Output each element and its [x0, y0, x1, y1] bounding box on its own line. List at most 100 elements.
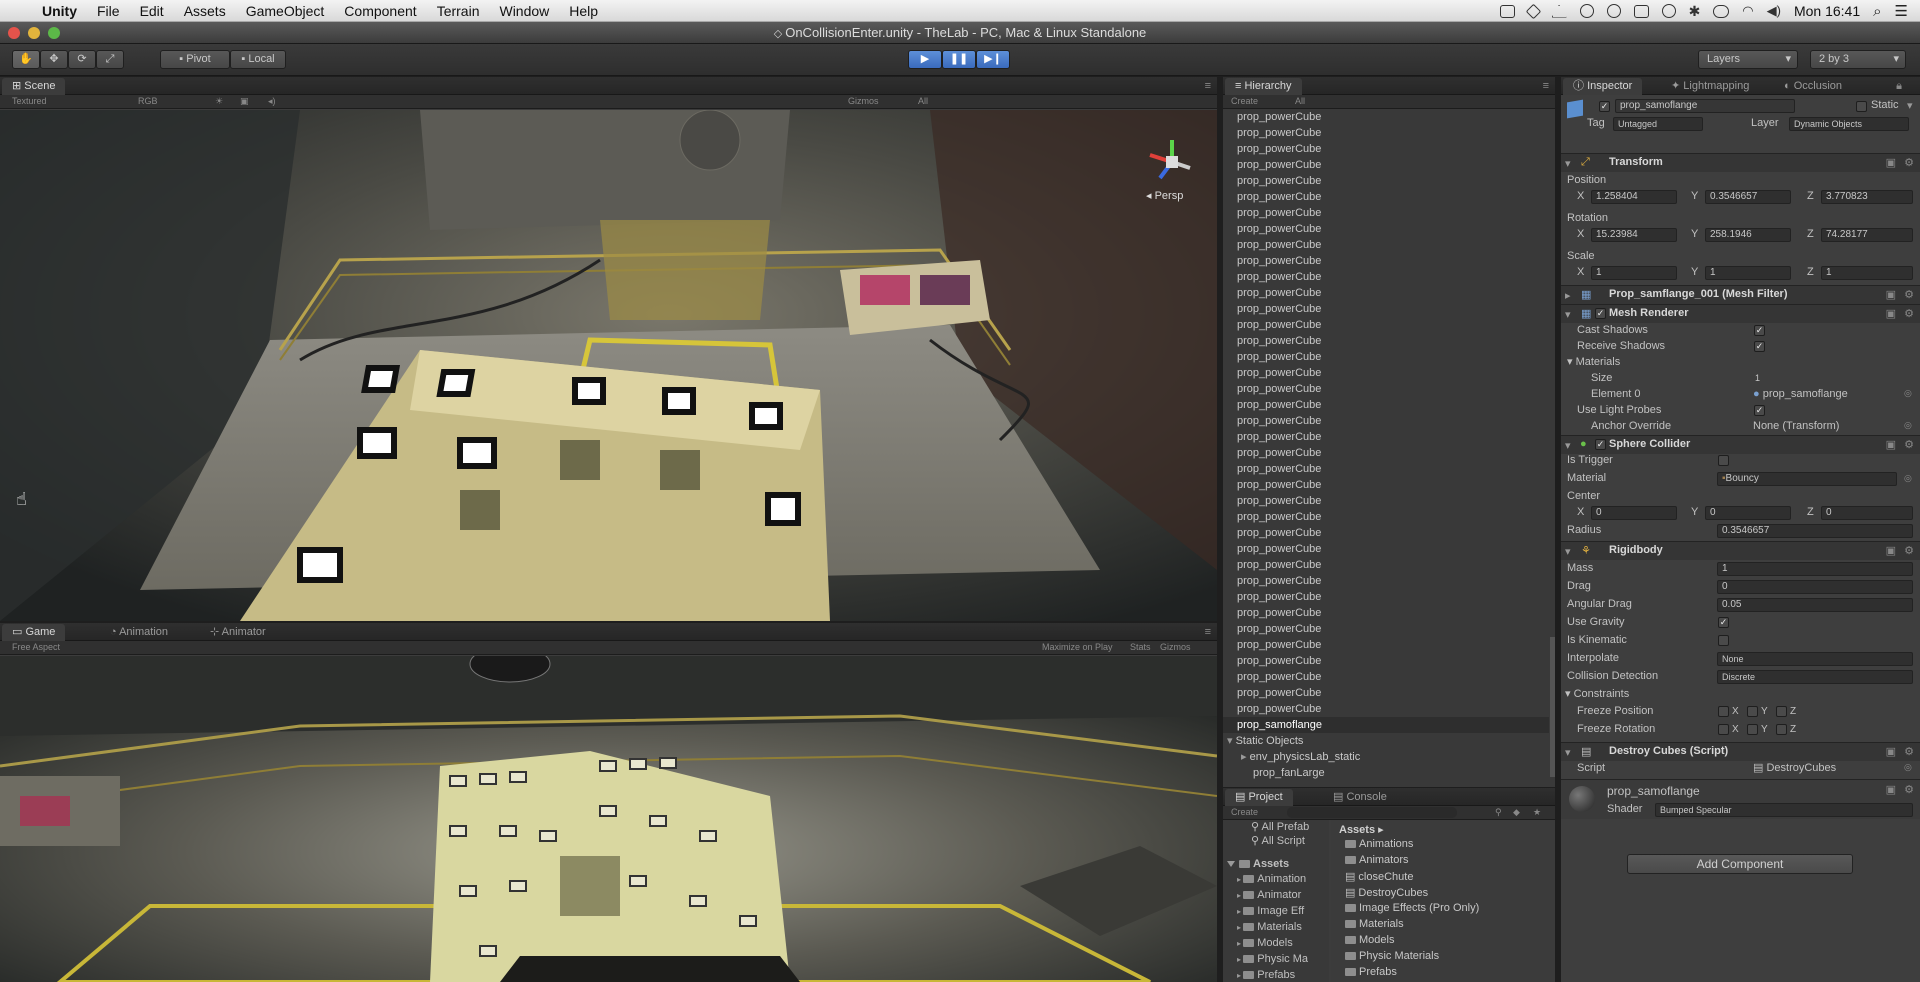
project-file-item[interactable]: Models — [1345, 934, 1394, 946]
menu-file[interactable]: File — [87, 0, 130, 22]
menu-component[interactable]: Component — [334, 0, 426, 22]
hierarchy-item[interactable]: prop_powerCube — [1223, 413, 1549, 429]
position-z-field[interactable]: 3.770823 — [1821, 190, 1913, 204]
project-file-item[interactable]: ▤ closeChute — [1345, 870, 1413, 883]
lock-icon[interactable]: 🔒︎ — [1896, 80, 1902, 93]
hierarchy-item[interactable]: prop_powerCube — [1223, 429, 1549, 445]
hierarchy-item[interactable]: prop_powerCube — [1223, 141, 1549, 157]
hierarchy-item[interactable]: prop_powerCube — [1223, 669, 1549, 685]
project-tree-item[interactable]: ▸ Animation — [1237, 873, 1306, 885]
favorite-item[interactable]: ⚲ All Script — [1251, 834, 1305, 847]
tab-project[interactable]: ▤ Project — [1225, 789, 1293, 806]
gear-icon[interactable]: ⚙ — [1904, 156, 1914, 169]
help-icon[interactable]: ▣ — [1886, 438, 1896, 451]
tab-occlusion[interactable]: ◐ Occlusion — [1774, 78, 1852, 95]
tab-game[interactable]: ▭ Game — [2, 624, 66, 641]
scene-search-input[interactable]: All — [918, 96, 928, 106]
hierarchy-group-static-objects[interactable]: ▾ Static Objects — [1223, 733, 1549, 749]
drive-icon[interactable] — [1551, 4, 1567, 18]
hierarchy-item[interactable]: prop_powerCube — [1223, 221, 1549, 237]
notification-list-icon[interactable]: ☰ — [1895, 2, 1908, 20]
color-mode-dropdown[interactable]: RGB — [138, 96, 158, 106]
hand-tool-button[interactable]: ✋ — [12, 50, 40, 69]
shader-dropdown[interactable]: Bumped Specular — [1655, 803, 1913, 817]
project-tree-item[interactable]: ▸ Materials — [1237, 921, 1302, 933]
audio-toggle-icon[interactable]: ◂) — [268, 96, 276, 107]
hierarchy-item[interactable]: prop_powerCube — [1223, 461, 1549, 477]
radius-field[interactable]: 0.3546657 — [1717, 524, 1913, 538]
layer-dropdown[interactable]: Dynamic Objects — [1789, 117, 1909, 131]
move-tool-button[interactable]: ✥ — [40, 50, 68, 69]
image-toggle-icon[interactable]: ▣ — [240, 96, 249, 107]
clock[interactable]: Mon 16:41 — [1794, 3, 1860, 19]
chevron-down-icon[interactable]: ▾ — [1907, 99, 1913, 112]
help-icon[interactable]: ▣ — [1886, 307, 1896, 320]
freeze-position-y-checkbox[interactable] — [1747, 706, 1758, 717]
wifi-icon[interactable]: ◠ — [1742, 3, 1753, 19]
is-kinematic-checkbox[interactable] — [1718, 635, 1729, 646]
help-icon[interactable]: ▣ — [1886, 156, 1896, 169]
zoom-window-button[interactable] — [48, 27, 60, 39]
hierarchy-item[interactable]: prop_powerCube — [1223, 445, 1549, 461]
hierarchy-item[interactable]: prop_powerCube — [1223, 365, 1549, 381]
project-create-dropdown[interactable]: Create — [1231, 807, 1258, 817]
hierarchy-item[interactable]: prop_powerCube — [1223, 269, 1549, 285]
pause-button[interactable]: ❚❚ — [942, 50, 976, 69]
freeze-rotation-z-checkbox[interactable] — [1776, 724, 1787, 735]
tab-scene[interactable]: ⊞ Scene — [2, 78, 66, 95]
hierarchy-item[interactable]: prop_powerCube — [1223, 301, 1549, 317]
hierarchy-item[interactable]: prop_powerCube — [1223, 381, 1549, 397]
hierarchy-child-item[interactable]: prop_fanLarge — [1223, 765, 1549, 781]
panel-menu-icon[interactable]: ≡ — [1205, 80, 1211, 92]
scene-viewport[interactable]: ☝ ◂ Persp — [0, 110, 1217, 621]
hierarchy-item[interactable]: prop_powerCube — [1223, 701, 1549, 717]
collider-material-field[interactable]: ▪Bouncy — [1717, 472, 1897, 486]
mass-field[interactable]: 1 — [1717, 562, 1913, 576]
hierarchy-child-item[interactable]: ▸ env_physicsLab_static — [1223, 749, 1549, 765]
center-x-field[interactable]: 0 — [1591, 506, 1677, 520]
hierarchy-scrollbar[interactable] — [1550, 637, 1555, 777]
project-file-item[interactable]: Image Effects (Pro Only) — [1345, 902, 1479, 914]
favorite-item[interactable]: ⚲ All Prefab — [1251, 820, 1309, 833]
game-viewport[interactable] — [0, 656, 1217, 982]
maximize-on-play-toggle[interactable]: Maximize on Play — [1042, 642, 1113, 652]
object-picker-icon[interactable]: ◎ — [1904, 473, 1912, 484]
hierarchy-item[interactable]: prop_powerCube — [1223, 557, 1549, 573]
hierarchy-search-input[interactable]: All — [1295, 96, 1305, 106]
hierarchy-item[interactable]: prop_powerCube — [1223, 157, 1549, 173]
help-icon[interactable]: ▣ — [1886, 544, 1896, 557]
lighting-toggle-icon[interactable]: ☀ — [215, 96, 223, 107]
info-icon[interactable] — [1579, 4, 1594, 18]
help-icon[interactable]: ▣ — [1886, 745, 1896, 758]
transform-header[interactable]: ▾ ⤢ Transform ▣ ⚙ — [1561, 153, 1920, 172]
bluetooth-icon[interactable]: ✱ — [1689, 3, 1701, 20]
render-mode-dropdown[interactable]: Textured — [12, 96, 47, 106]
constraints-foldout[interactable]: ▾ Constraints — [1565, 687, 1629, 702]
tab-console[interactable]: ▤ Console — [1323, 789, 1397, 806]
collision-detection-dropdown[interactable]: Discrete — [1717, 670, 1913, 684]
rotate-tool-button[interactable]: ⟳ — [68, 50, 96, 69]
freeze-position-x-checkbox[interactable] — [1718, 706, 1729, 717]
aspect-dropdown[interactable]: Free Aspect — [12, 642, 60, 652]
hierarchy-item-selected[interactable]: prop_samoflange — [1223, 717, 1549, 733]
light-probes-checkbox[interactable]: ✓ — [1754, 405, 1765, 416]
mesh-filter-header[interactable]: ▸ ▦ Prop_samflange_001 (Mesh Filter) ▣ ⚙ — [1561, 285, 1920, 304]
tree-assets-root[interactable]: Assets — [1227, 858, 1289, 870]
panel-menu-icon[interactable]: ≡ — [1205, 626, 1211, 638]
layout-dropdown[interactable]: 2 by 3 ▾ — [1810, 50, 1906, 69]
rotation-x-field[interactable]: 15.23984 — [1591, 228, 1677, 242]
project-tree-item[interactable]: ▸ Physic Ma — [1237, 953, 1308, 965]
hierarchy-item[interactable]: prop_powerCube — [1223, 317, 1549, 333]
scale-tool-button[interactable]: ⤢ — [96, 50, 124, 69]
center-z-field[interactable]: 0 — [1821, 506, 1913, 520]
help-icon[interactable]: ▣ — [1886, 288, 1896, 301]
project-tree-item[interactable]: ▸ Image Eff — [1237, 905, 1304, 917]
object-picker-icon[interactable]: ◎ — [1904, 762, 1912, 773]
favorite-icon[interactable]: ★ — [1533, 807, 1541, 818]
position-y-field[interactable]: 0.3546657 — [1705, 190, 1791, 204]
camera-icon[interactable] — [1499, 4, 1515, 18]
hierarchy-item[interactable]: prop_powerCube — [1223, 573, 1549, 589]
layers-dropdown[interactable]: Layers ▾ — [1698, 50, 1798, 69]
anchor-override-field[interactable]: None (Transform) — [1753, 419, 1839, 434]
element0-field[interactable]: ● prop_samoflange — [1753, 387, 1848, 402]
